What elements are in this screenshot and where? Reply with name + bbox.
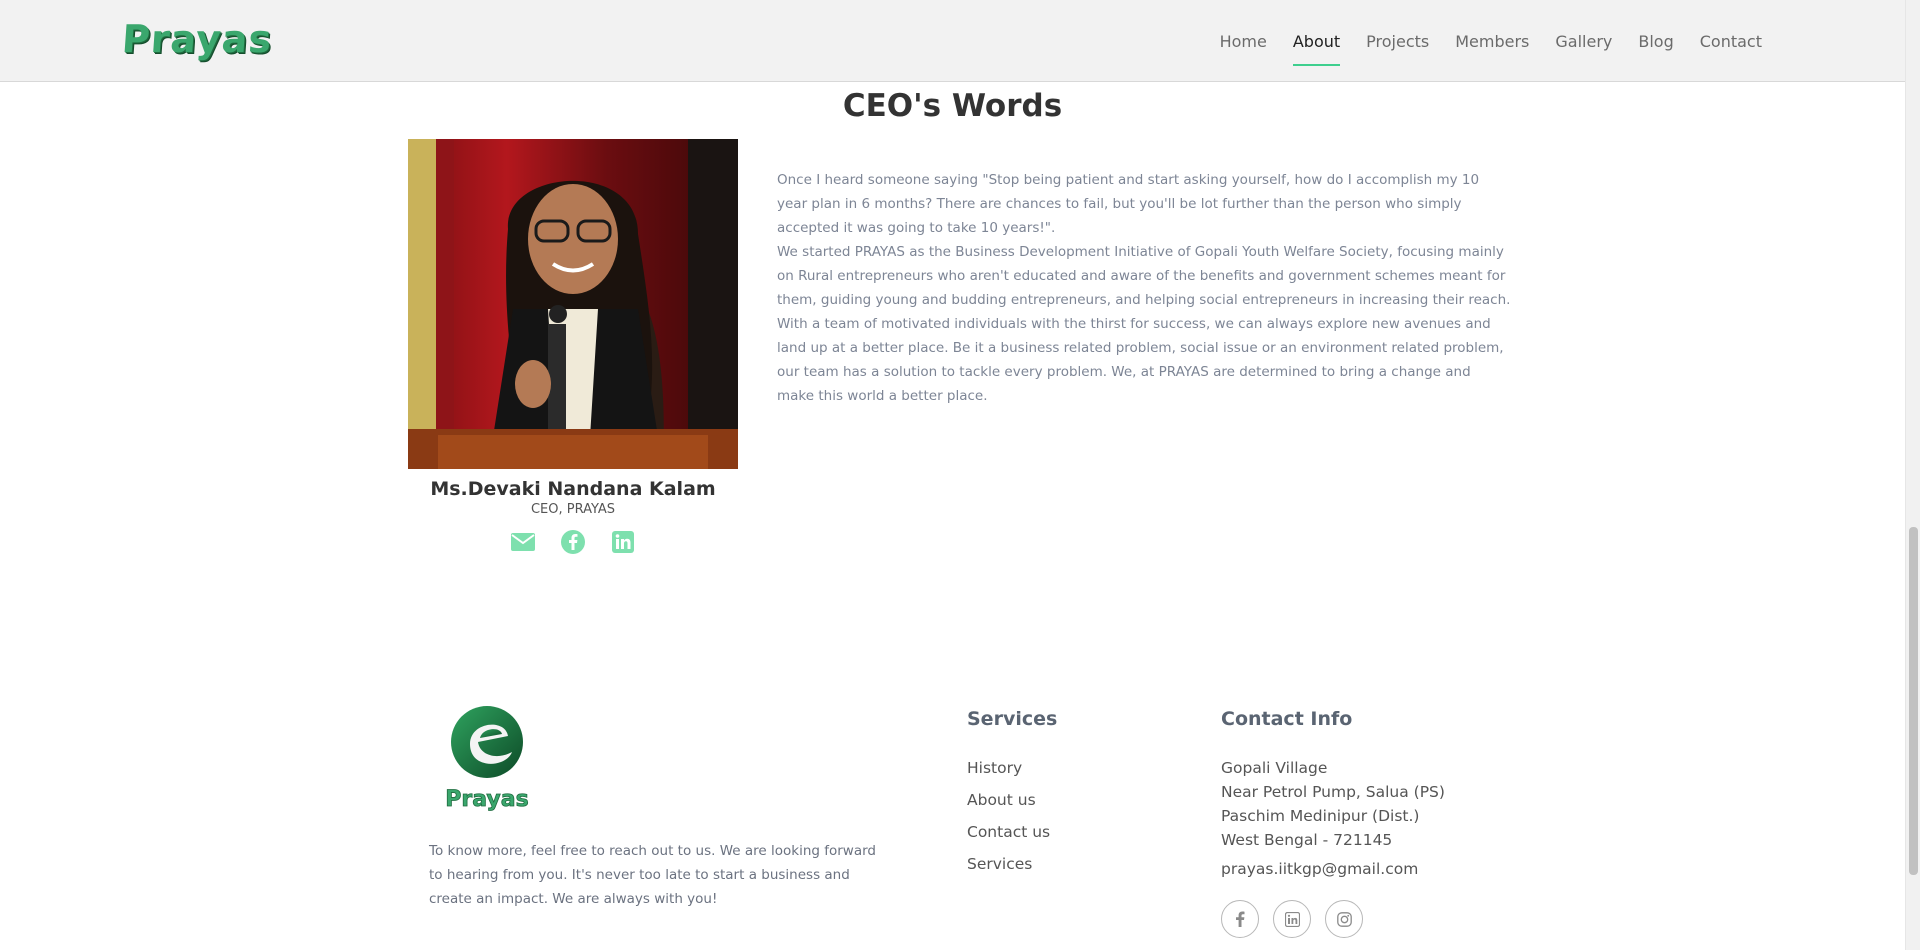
main-nav: Home About Projects Members Gallery Blog… (1207, 0, 1775, 82)
address-line: Paschim Medinipur (Dist.) (1221, 807, 1420, 825)
ceo-name: Ms.Devaki Nandana Kalam (430, 478, 716, 500)
footer-description: To know more, feel free to reach out to … (429, 843, 876, 907)
footer-social-links (1221, 900, 1363, 938)
services-heading: Services (967, 708, 1058, 730)
nav-home[interactable]: Home (1207, 0, 1280, 82)
footer-logo-text: Prayas (445, 787, 528, 812)
logo-text: Prayas (120, 17, 274, 61)
nav-members[interactable]: Members (1442, 0, 1542, 82)
nav-blog[interactable]: Blog (1625, 0, 1686, 82)
address-line: Near Petrol Pump, Salua (PS) (1221, 783, 1445, 801)
ceo-role: CEO, PRAYAS (530, 502, 616, 517)
contact-info-heading: Contact Info (1221, 708, 1353, 730)
ceo-quote: Once I heard someone saying "Stop being … (777, 168, 1512, 408)
address-line: West Bengal - 721145 (1221, 831, 1393, 849)
nav-gallery[interactable]: Gallery (1542, 0, 1625, 82)
instagram-icon[interactable] (1325, 900, 1363, 938)
quote-paragraph-2: We started PRAYAS as the Business Develo… (777, 244, 1511, 404)
nav-projects[interactable]: Projects (1353, 0, 1442, 82)
scrollbar-thumb[interactable] (1909, 527, 1918, 875)
nav-about[interactable]: About (1280, 0, 1353, 82)
prayas-emblem-icon: Prayas (445, 706, 529, 812)
footer-link-services[interactable]: Services (967, 852, 1050, 884)
facebook-icon[interactable] (1221, 900, 1259, 938)
quote-paragraph-1: Once I heard someone saying "Stop being … (777, 172, 1480, 236)
contact-address: Gopali Village Near Petrol Pump, Salua (… (1221, 756, 1445, 852)
linkedin-icon[interactable] (1273, 900, 1311, 938)
ceo-photo-illustration (408, 139, 738, 469)
footer-link-contact-us[interactable]: Contact us (967, 820, 1050, 852)
envelope-icon[interactable] (510, 529, 536, 555)
footer-link-history[interactable]: History (967, 756, 1050, 788)
section-title: CEO's Words (842, 88, 1063, 124)
services-list: History About us Contact us Services (967, 756, 1050, 884)
linkedin-icon[interactable] (610, 529, 636, 555)
contact-email[interactable]: prayas.iitkgp@gmail.com (1221, 860, 1418, 878)
nav-contact[interactable]: Contact (1687, 0, 1775, 82)
footer-logo: Prayas (430, 704, 545, 814)
address-line: Gopali Village (1221, 759, 1328, 777)
facebook-icon[interactable] (560, 529, 586, 555)
footer-link-about-us[interactable]: About us (967, 788, 1050, 820)
site-logo[interactable]: Prayas (120, 17, 274, 61)
navbar: Prayas Home About Projects Members Galle… (0, 0, 1905, 82)
page-scrollbar[interactable] (1905, 0, 1920, 950)
ceo-photo (408, 139, 738, 469)
ceo-social-links (408, 529, 738, 555)
